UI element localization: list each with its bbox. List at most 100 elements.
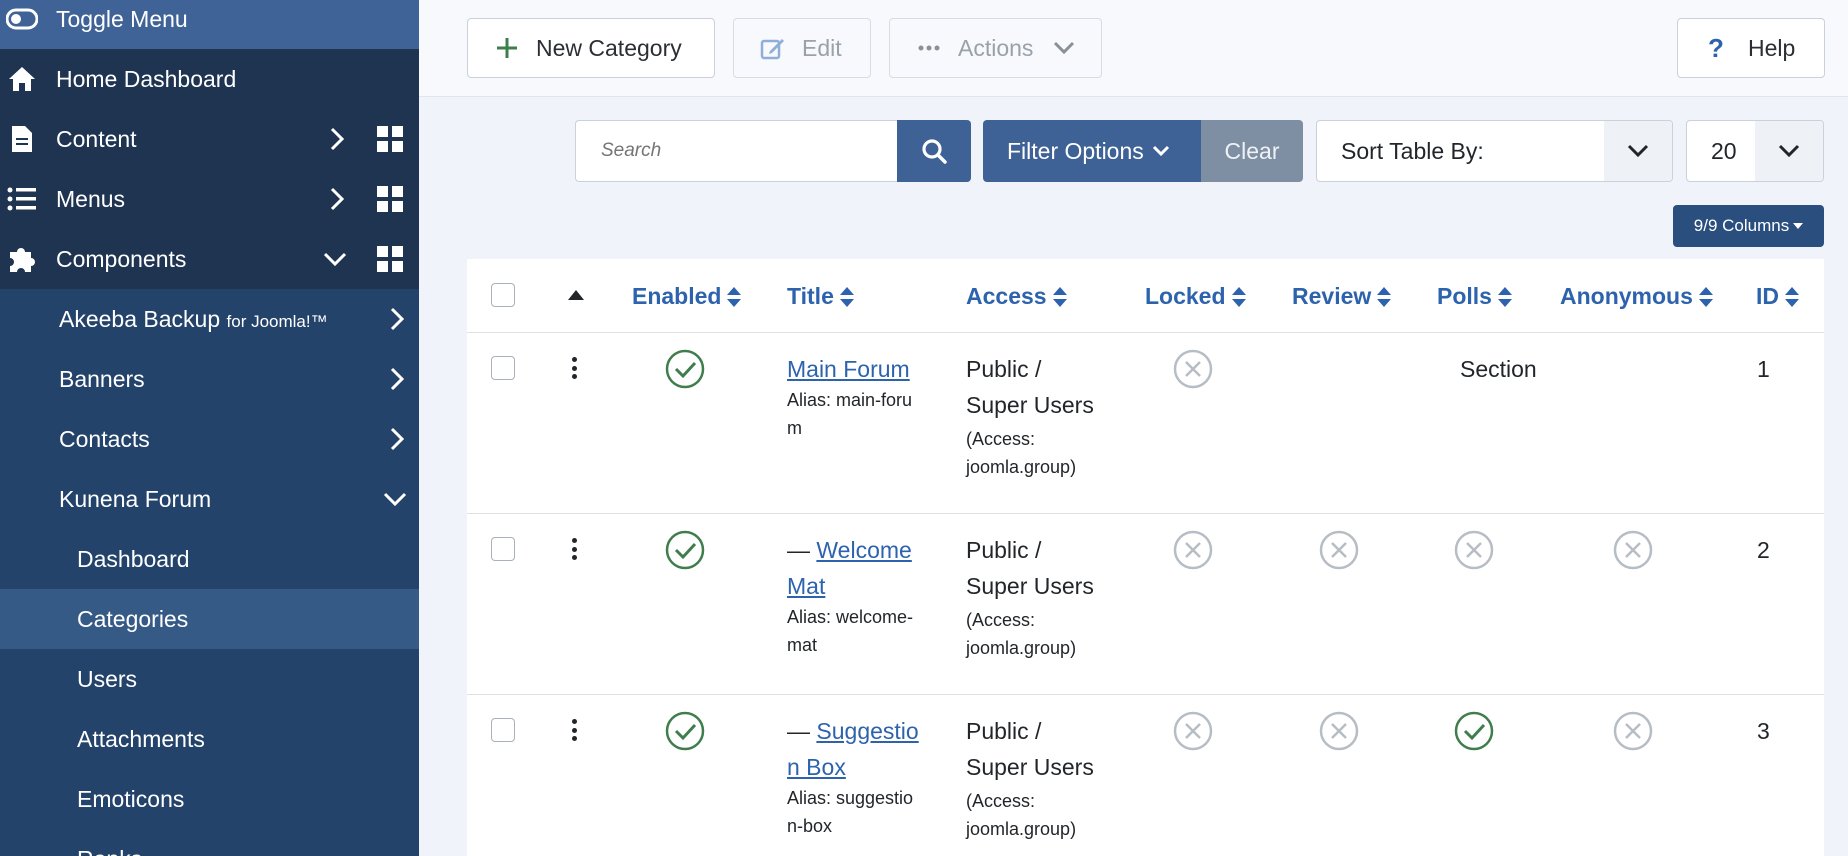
new-category-button[interactable]: New Category xyxy=(467,18,715,78)
row-title-prefix: — xyxy=(787,718,817,744)
plus-icon xyxy=(492,33,522,63)
access-level: Public / Super Users xyxy=(966,532,1094,604)
access-line: Public / xyxy=(966,537,1042,563)
row-actions-icon[interactable] xyxy=(570,538,578,560)
sidebar-item-label: Dashboard xyxy=(77,545,190,572)
chevron-right-icon[interactable] xyxy=(325,187,349,211)
sidebar-item-emoticons[interactable]: Emoticons xyxy=(0,769,419,829)
sidebar-item-dashboard[interactable]: Dashboard xyxy=(0,529,419,589)
chevron-down-icon xyxy=(1604,121,1672,181)
sort-icon xyxy=(727,286,742,307)
chevron-right-icon[interactable] xyxy=(385,367,409,391)
dashboard-grid-icon[interactable] xyxy=(377,186,403,212)
category-id: 1 xyxy=(1757,356,1770,382)
sidebar-item-menus[interactable]: Menus xyxy=(0,169,419,229)
actions-dropdown[interactable]: Actions xyxy=(889,18,1102,78)
sort-icon xyxy=(1231,286,1246,307)
access-level: Public / Super Users xyxy=(966,351,1094,423)
anonymous-disabled-icon[interactable] xyxy=(1613,711,1653,751)
enabled-check-icon[interactable] xyxy=(665,711,705,751)
polls-disabled-icon[interactable] xyxy=(1454,530,1494,570)
section-label: Section xyxy=(1460,356,1537,382)
header-title[interactable]: Title xyxy=(787,283,854,310)
filter-options-button[interactable]: Filter Options xyxy=(983,120,1201,182)
header-label: Enabled xyxy=(632,283,722,309)
category-title-link[interactable]: Main Forum xyxy=(787,356,910,382)
row-checkbox[interactable] xyxy=(491,718,515,742)
access-note: (Access: joomla.group) xyxy=(966,425,1076,481)
chevron-down-icon xyxy=(1053,41,1075,55)
access-line: Public / xyxy=(966,718,1042,744)
header-access[interactable]: Access xyxy=(966,283,1067,310)
puzzle-icon xyxy=(6,243,38,275)
sidebar-item-contacts[interactable]: Contacts xyxy=(0,409,419,469)
review-disabled-icon[interactable] xyxy=(1319,530,1359,570)
header-label: Review xyxy=(1292,283,1372,309)
sidebar-item-categories[interactable]: Categories xyxy=(0,589,419,649)
anonymous-disabled-icon[interactable] xyxy=(1613,530,1653,570)
sidebar-item-akeeba-backup[interactable]: Akeeba Backup for Joomla!™ xyxy=(0,289,419,349)
chevron-right-icon[interactable] xyxy=(385,427,409,451)
sidebar-item-ranks[interactable]: Ranks xyxy=(0,829,419,856)
category-id: 3 xyxy=(1757,718,1770,744)
row-checkbox[interactable] xyxy=(491,537,515,561)
columns-toggle-button[interactable]: 9/9 Columns xyxy=(1673,205,1824,247)
select-all-checkbox[interactable] xyxy=(491,283,515,307)
file-icon xyxy=(6,123,38,155)
access-note-line: joomla.group) xyxy=(966,638,1077,658)
locked-disabled-icon[interactable] xyxy=(1173,530,1213,570)
sort-table-select[interactable]: Sort Table By: xyxy=(1316,120,1673,182)
edit-label: Edit xyxy=(802,34,842,61)
dashboard-grid-icon[interactable] xyxy=(377,126,403,152)
list-limit-select[interactable]: 20 xyxy=(1686,120,1824,182)
header-enabled[interactable]: Enabled xyxy=(632,283,742,310)
row-actions-icon[interactable] xyxy=(570,719,578,741)
chevron-down-icon[interactable] xyxy=(323,247,347,271)
toggle-menu-button[interactable]: Toggle Menu xyxy=(0,0,419,49)
sidebar-item-users[interactable]: Users xyxy=(0,649,419,709)
access-note-line: (Access: xyxy=(966,429,1036,449)
sidebar-item-kunena-forum[interactable]: Kunena Forum xyxy=(0,469,419,529)
review-disabled-icon[interactable] xyxy=(1319,711,1359,751)
locked-disabled-icon[interactable] xyxy=(1173,711,1213,751)
edit-button[interactable]: Edit xyxy=(733,18,871,78)
header-anonymous[interactable]: Anonymous xyxy=(1560,283,1713,310)
sidebar-item-label: Banners xyxy=(59,365,145,392)
sort-icon xyxy=(1497,286,1512,307)
header-id[interactable]: ID xyxy=(1756,283,1799,310)
filter-options-label: Filter Options xyxy=(1007,137,1144,164)
access-level: Public / Super Users xyxy=(966,713,1094,785)
row-actions-icon[interactable] xyxy=(570,357,578,379)
sidebar-item-label: Menus xyxy=(56,185,126,212)
sidebar-item-attachments[interactable]: Attachments xyxy=(0,709,419,769)
polls-enabled-icon[interactable] xyxy=(1454,711,1494,751)
clear-button[interactable]: Clear xyxy=(1201,120,1303,182)
search-button[interactable] xyxy=(897,120,971,182)
toggle-menu-label: Toggle Menu xyxy=(56,5,188,32)
enabled-check-icon[interactable] xyxy=(665,349,705,389)
sort-table-label: Sort Table By: xyxy=(1341,137,1484,164)
dashboard-grid-icon[interactable] xyxy=(377,246,403,272)
chevron-down-icon[interactable] xyxy=(383,487,407,511)
header-review[interactable]: Review xyxy=(1292,283,1392,310)
chevron-right-icon[interactable] xyxy=(325,127,349,151)
chevron-right-icon[interactable] xyxy=(385,307,409,331)
list-limit-value: 20 xyxy=(1711,137,1737,164)
sidebar-item-banners[interactable]: Banners xyxy=(0,349,419,409)
chevron-down-icon xyxy=(1755,121,1823,181)
header-locked[interactable]: Locked xyxy=(1145,283,1246,310)
home-icon xyxy=(6,63,38,95)
row-checkbox[interactable] xyxy=(491,356,515,380)
sidebar-item-label: Home Dashboard xyxy=(56,65,237,92)
sidebar-item-content[interactable]: Content xyxy=(0,109,419,169)
header-polls[interactable]: Polls xyxy=(1437,283,1512,310)
enabled-check-icon[interactable] xyxy=(665,530,705,570)
header-label: Title xyxy=(787,283,834,309)
locked-disabled-icon[interactable] xyxy=(1173,349,1213,389)
sidebar-item-home-dashboard[interactable]: Home Dashboard xyxy=(0,49,419,109)
help-button[interactable]: ? Help xyxy=(1677,18,1825,78)
sidebar-item-label: Kunena Forum xyxy=(59,485,212,512)
sidebar-item-components[interactable]: Components xyxy=(0,229,419,289)
search-input[interactable] xyxy=(575,120,898,182)
ordering-sort-icon[interactable] xyxy=(568,287,584,305)
